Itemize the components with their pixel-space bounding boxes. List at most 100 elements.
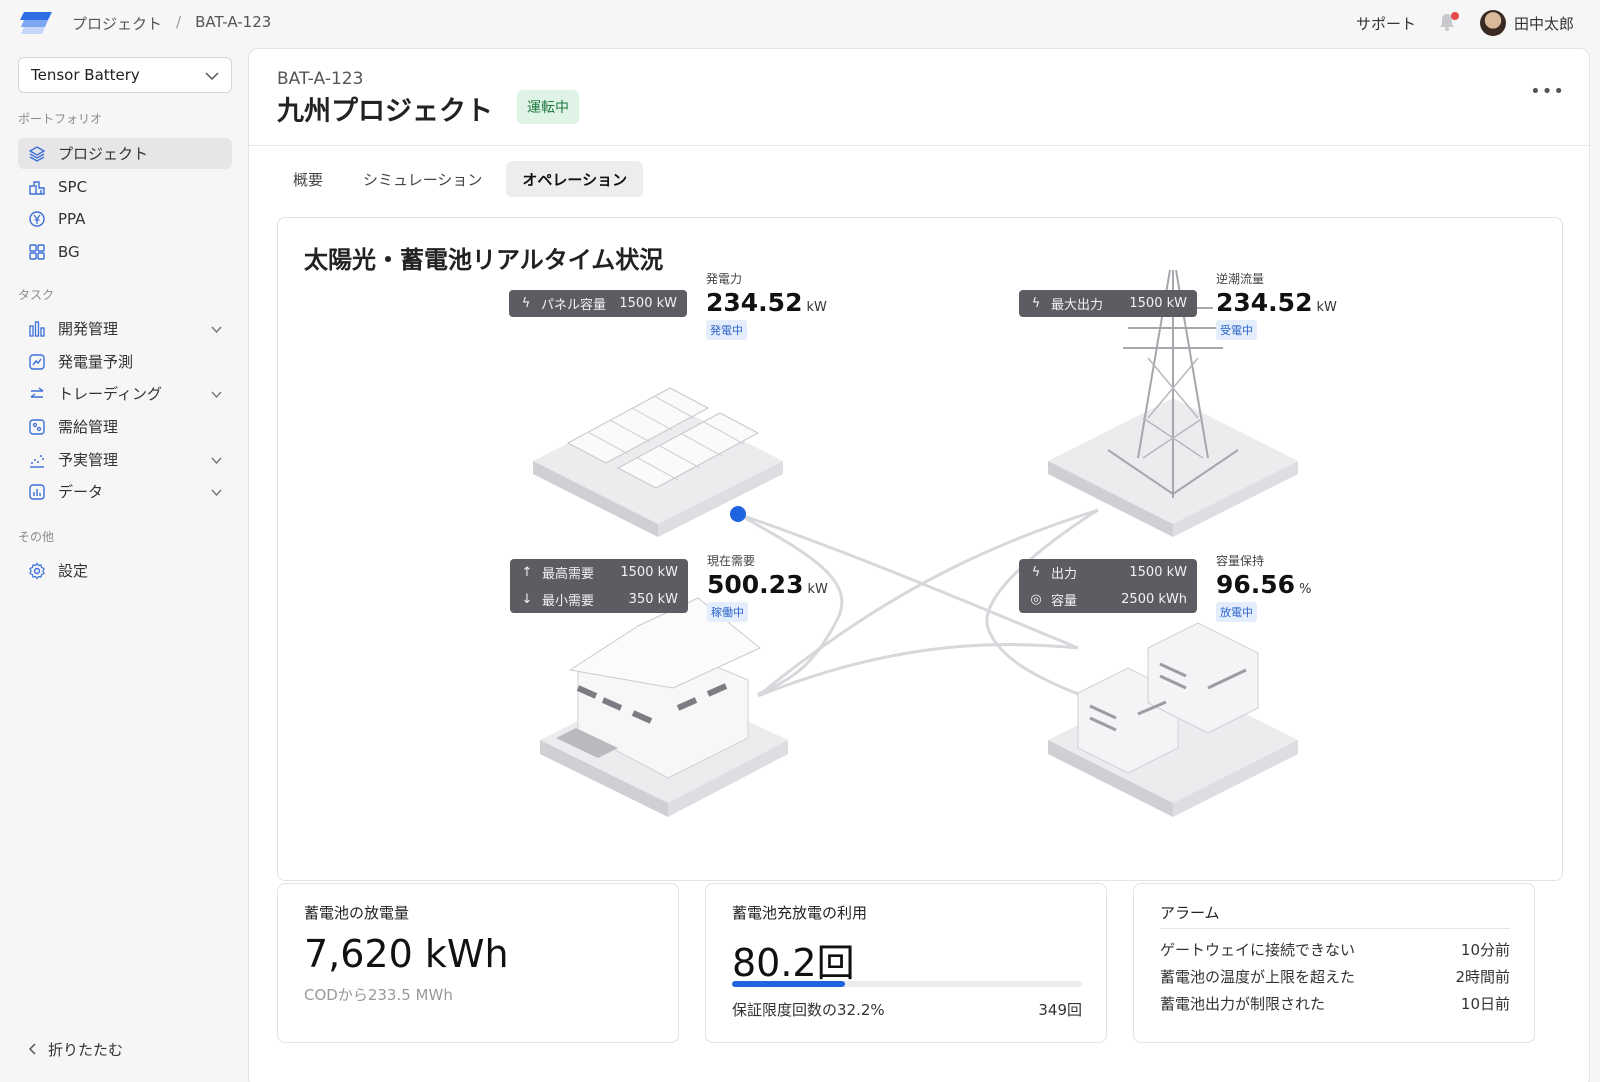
sidebar-item-data[interactable]: データ [18, 476, 232, 507]
group-label-other: その他 [18, 530, 55, 544]
chevron-down-icon [205, 66, 219, 84]
sidebar-item-label: トレーディング [58, 385, 162, 403]
battery-spec-box: ϟ 出力 1500 kW ◎ 容量 2500 kWh [1019, 559, 1197, 613]
spec-key: 最大出力 [1051, 298, 1104, 313]
discharge-value: 7,620 kWh [304, 932, 509, 976]
lightning-icon: ϟ [521, 296, 531, 311]
metric-value: 500.23 [707, 570, 804, 599]
alarm-row[interactable]: ゲートウェイに接続できない 10分前 [1160, 936, 1510, 963]
battery-metric: 容量保持 96.56% 放電中 [1216, 552, 1311, 622]
sidebar-item-forecast[interactable]: 発電量予測 [18, 346, 232, 377]
metric-value-row: 500.23 kW [707, 570, 828, 599]
spec-row: ϟ 出力 1500 kW [1029, 559, 1187, 586]
yen-icon [28, 210, 46, 228]
sidebar-item-projects[interactable]: プロジェクト [18, 138, 232, 169]
spec-key: 容量 [1051, 594, 1078, 609]
metric-label: 発電力 [706, 272, 743, 286]
metric-unit: kW [807, 582, 828, 597]
discharge-subtext: CODから233.5 MWh [304, 986, 453, 1004]
realtime-status-card: 太陽光・蓄電池リアルタイム状況 ϟ パネル容量 1500 kW 発電力 234.… [277, 217, 1563, 881]
more-options-icon[interactable]: ••• [1530, 81, 1565, 102]
spec-key: 最小需要 [542, 594, 595, 609]
energy-flow-diagram [533, 269, 1298, 817]
cycle-progress-label: 保証限度回数の32.2% [732, 1001, 885, 1019]
metric-value-row: 234.52 kW [1216, 288, 1337, 317]
solar-metric: 発電力 234.52 kW 発電中 [706, 270, 827, 340]
spec-value: 350 kW [628, 592, 678, 607]
scatter-icon [28, 451, 46, 469]
spec-key: 出力 [1051, 567, 1078, 582]
spec-row: ↓ 最小需要 350 kW [520, 586, 678, 613]
sidebar-item-supply-demand[interactable]: 需給管理 [18, 411, 232, 442]
cycle-progress-footer: 保証限度回数の32.2% 349回 [732, 999, 1082, 1020]
alarm-time: 10日前 [1460, 995, 1510, 1013]
collapse-label: 折りたたむ [48, 1041, 124, 1059]
group-label-tasks: タスク [18, 288, 55, 302]
tab-overview[interactable]: 概要 [277, 161, 339, 197]
spec-key: 最高需要 [542, 567, 595, 582]
card-title: アラーム [1160, 904, 1220, 922]
lightning-icon: ϟ [1031, 565, 1041, 580]
building-icon [28, 178, 46, 196]
top-bar: プロジェクト / BAT-A-123 サポート 田中太郎 [0, 0, 1600, 46]
sidebar-item-label: SPC [58, 177, 88, 196]
spec-value: 1500 kW [620, 565, 678, 580]
lightning-icon: ϟ [1031, 296, 1041, 311]
cycle-progress-fill [732, 981, 845, 987]
sidebar-item-label: プロジェクト [58, 145, 149, 163]
metric-unit: kW [806, 300, 827, 315]
metric-status-chip: 発電中 [706, 320, 747, 340]
realtime-title: 太陽光・蓄電池リアルタイム状況 [304, 246, 664, 274]
collapse-sidebar-button[interactable]: 折りたたむ [28, 1039, 123, 1060]
metric-status-chip: 稼働中 [707, 602, 748, 622]
swap-icon [28, 385, 46, 403]
alarm-row[interactable]: 蓄電池の温度が上限を超えた 2時間前 [1160, 963, 1510, 990]
arrow-down-icon: ↓ [521, 592, 533, 607]
spec-row: ◎ 容量 2500 kWh [1029, 586, 1187, 613]
metric-value-row: 96.56% [1216, 570, 1311, 599]
support-link[interactable]: サポート [1356, 13, 1416, 34]
org-select[interactable]: Tensor Battery [18, 57, 232, 93]
demand-metric: 現在需要 500.23 kW 稼働中 [707, 552, 828, 622]
sidebar-item-trading[interactable]: トレーディング [18, 378, 232, 409]
breadcrumb-current[interactable]: BAT-A-123 [195, 13, 271, 34]
sidebar-item-bg[interactable]: BG [18, 236, 232, 267]
alarm-list: ゲートウェイに接続できない 10分前 蓄電池の温度が上限を超えた 2時間前 蓄電… [1160, 936, 1510, 1017]
grid-icon [28, 243, 46, 261]
project-code: BAT-A-123 [277, 69, 364, 89]
metric-value-row: 234.52 kW [706, 288, 827, 317]
alarm-row[interactable]: 蓄電池出力が制限された 10日前 [1160, 990, 1510, 1017]
metric-unit: % [1299, 582, 1312, 597]
tab-simulation[interactable]: シミュレーション [347, 161, 498, 197]
tab-operation[interactable]: オペレーション [506, 161, 644, 197]
breadcrumb: プロジェクト / BAT-A-123 [72, 13, 271, 34]
status-badge: 運転中 [517, 90, 579, 124]
chevron-down-icon [211, 322, 222, 336]
spec-row: ↑ 最高需要 1500 kW [520, 559, 678, 586]
main-panel: BAT-A-123 九州プロジェクト 運転中 ••• 概要 シミュレーション オ… [248, 48, 1590, 1082]
sidebar-item-budget-actual[interactable]: 予実管理 [18, 444, 232, 475]
data-chart-icon [28, 483, 46, 501]
sidebar-item-development[interactable]: 開発管理 [18, 313, 232, 344]
sidebar-item-settings[interactable]: 設定 [18, 555, 232, 586]
spec-value: 1500 kW [1129, 296, 1187, 311]
alarm-text: 蓄電池の温度が上限を超えた [1160, 968, 1356, 986]
sidebar-item-label: 設定 [58, 562, 89, 580]
breadcrumb-projects[interactable]: プロジェクト [72, 13, 162, 34]
sidebar-item-label: BG [58, 242, 80, 261]
card-title: 蓄電池の放電量 [304, 904, 410, 922]
app-logo[interactable] [18, 10, 54, 38]
alarm-card: アラーム ゲートウェイに接続できない 10分前 蓄電池の温度が上限を超えた 2時… [1133, 883, 1535, 1043]
sidebar-item-ppa[interactable]: PPA [18, 203, 232, 234]
balance-icon [28, 418, 46, 436]
trend-icon [28, 353, 46, 371]
org-select-value: Tensor Battery [31, 66, 140, 84]
spec-value: 1500 kW [619, 296, 677, 311]
notification-bell-icon[interactable] [1438, 12, 1459, 34]
group-label-portfolio: ポートフォリオ [18, 112, 103, 126]
cycle-value: 80.2回 [732, 941, 855, 985]
user-menu[interactable]: 田中太郎 [1479, 10, 1574, 36]
layers-icon [28, 145, 46, 163]
metric-status-chip: 受電中 [1216, 320, 1257, 340]
sidebar-item-spc[interactable]: SPC [18, 171, 232, 202]
